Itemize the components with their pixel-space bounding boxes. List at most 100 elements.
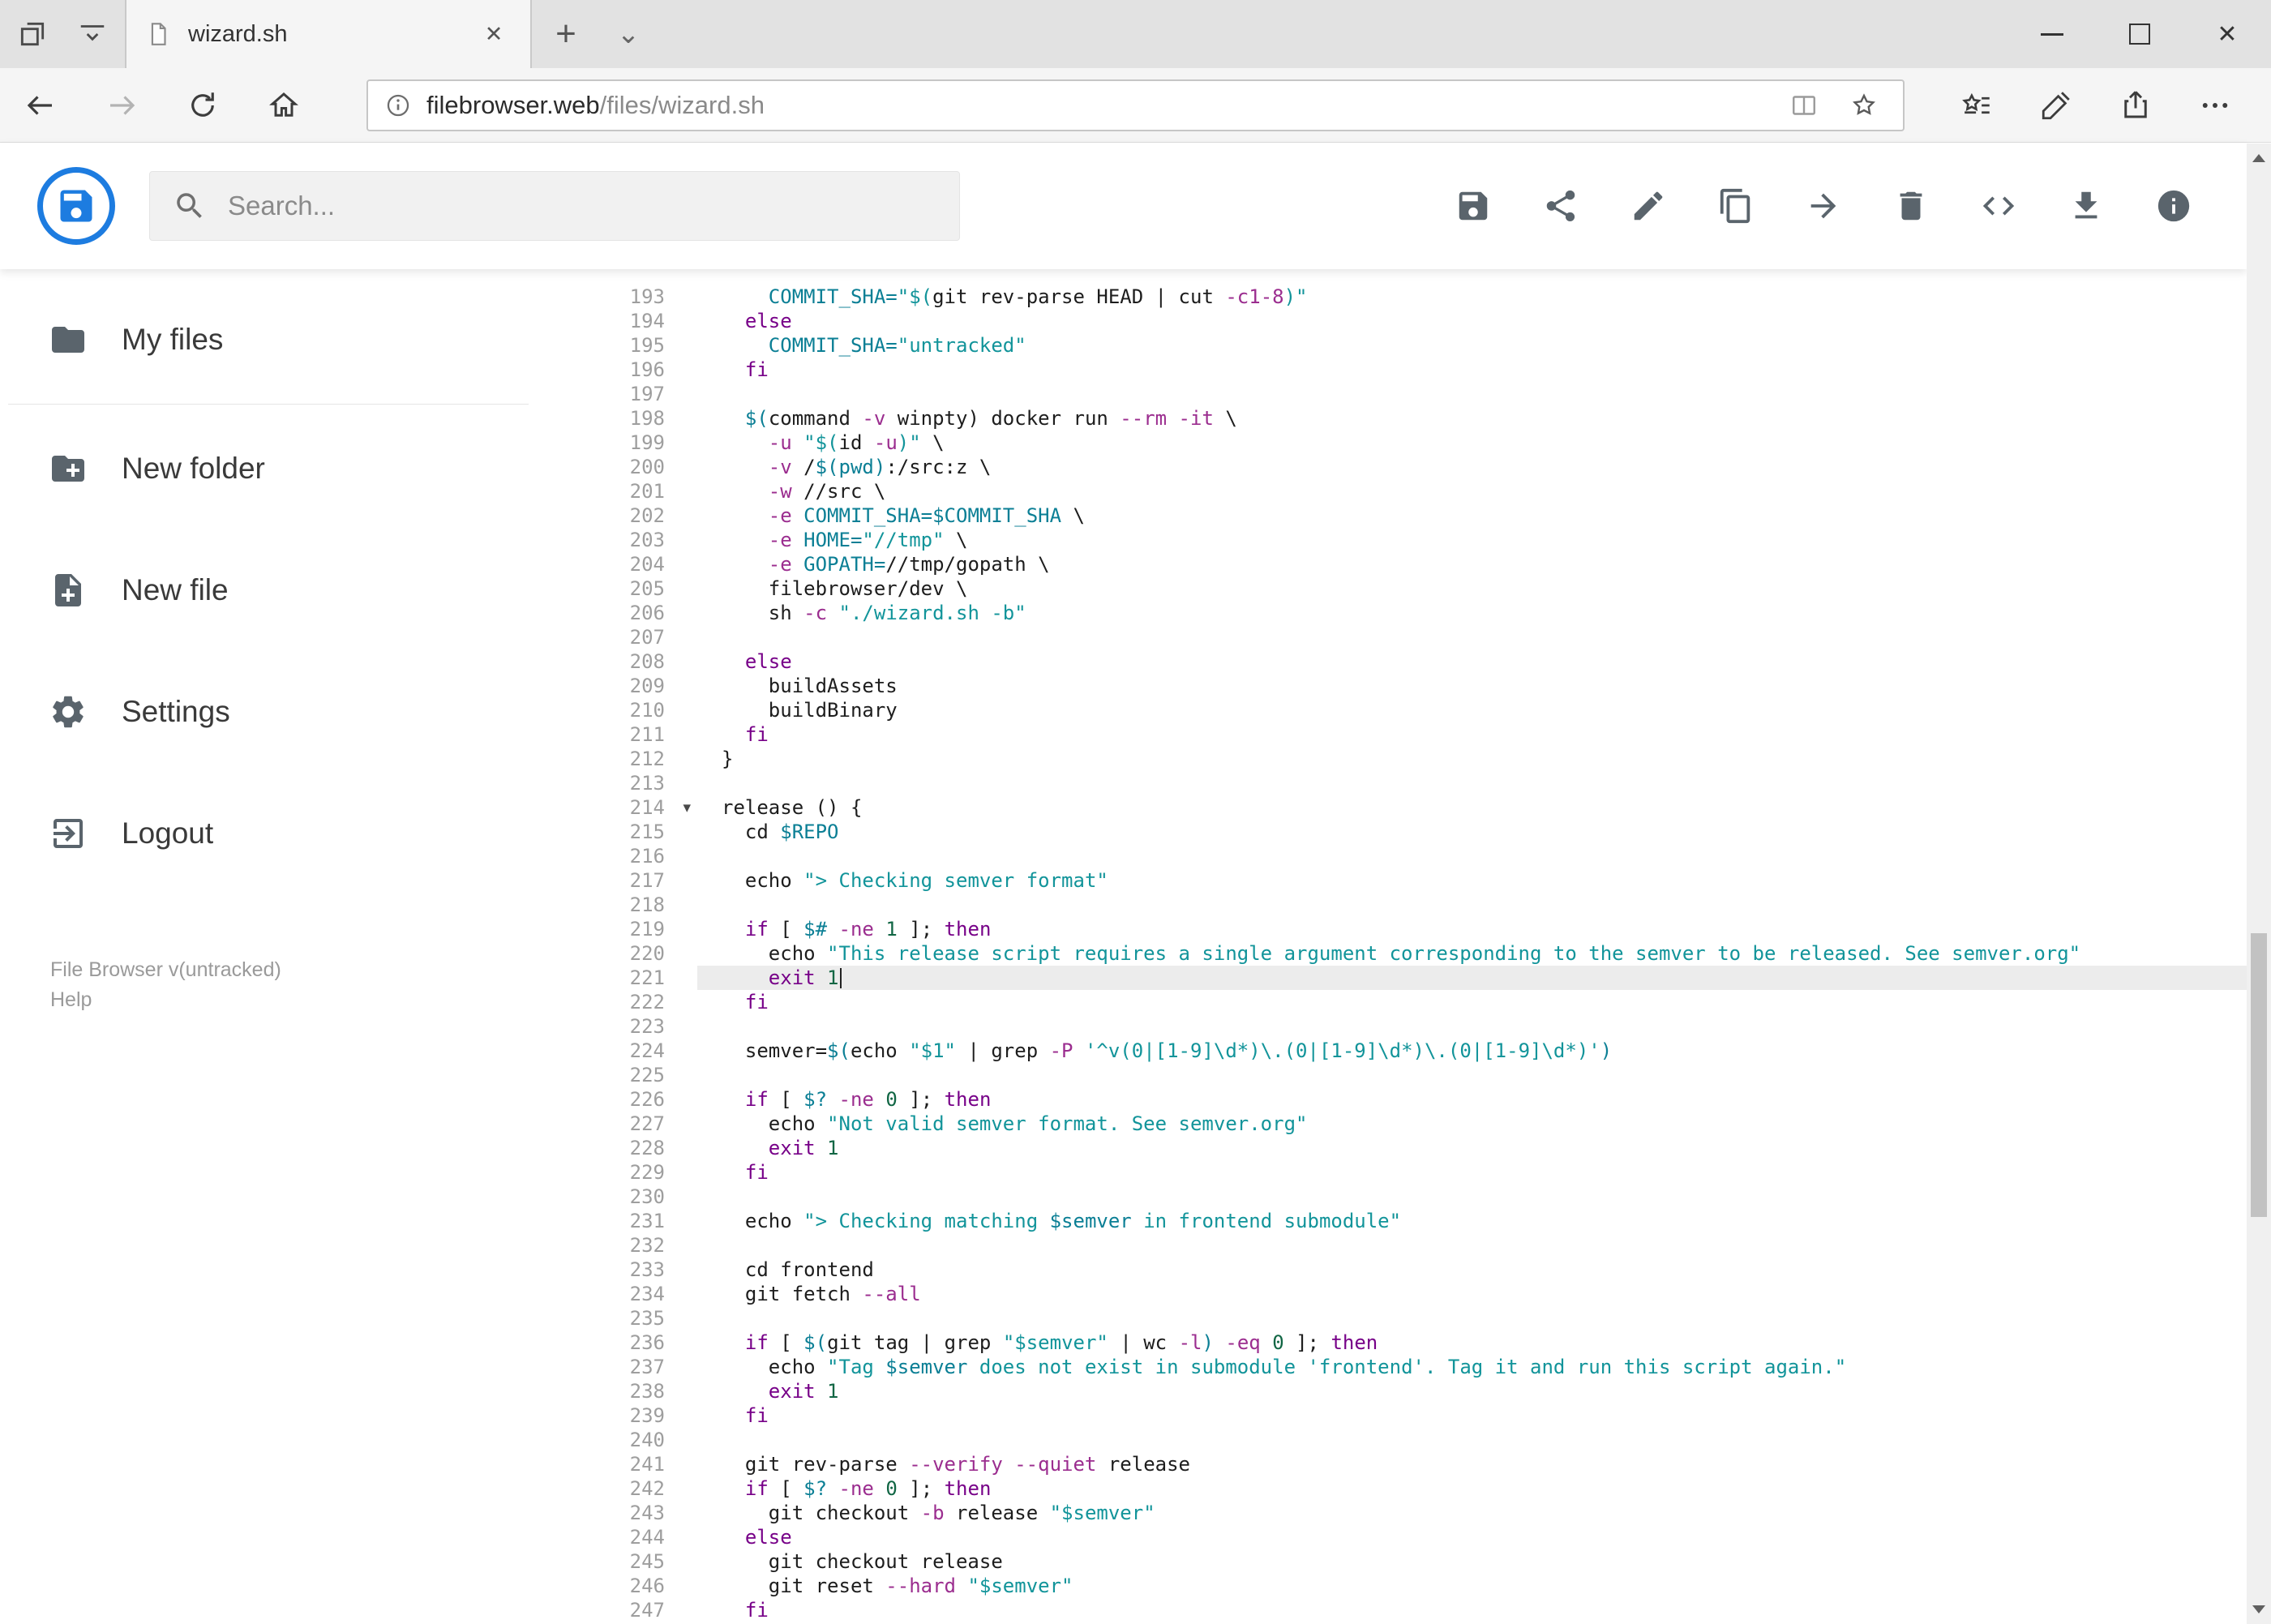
favorite-star-icon[interactable]	[1841, 91, 1887, 120]
code-line[interactable]: 213	[568, 771, 2247, 795]
code-line[interactable]: 201 -w //src \	[568, 479, 2247, 503]
code-line[interactable]: 193 COMMIT_SHA="$(git rev-parse HEAD | c…	[568, 285, 2247, 309]
code-line[interactable]: 226 if [ $? -ne 0 ]; then	[568, 1087, 2247, 1112]
code-line[interactable]: 214 ▾ release () {	[568, 795, 2247, 820]
code-line[interactable]: 220 echo "This release script requires a…	[568, 941, 2247, 966]
more-options-icon[interactable]	[2175, 68, 2255, 143]
code-line[interactable]: 227 echo "Not valid semver format. See s…	[568, 1112, 2247, 1136]
web-notes-pen-icon[interactable]	[2016, 68, 2096, 143]
code-line[interactable]: 209 buildAssets	[568, 674, 2247, 698]
code-line[interactable]: 229 fi	[568, 1160, 2247, 1185]
tab-overflow-chevron-icon[interactable]: ⌄	[600, 0, 657, 68]
sidebar-item-settings[interactable]: Settings	[0, 651, 568, 773]
fold-arrow-icon[interactable]: ▾	[683, 796, 691, 821]
code-line[interactable]: 199 -u "$(id -u)" \	[568, 431, 2247, 455]
code-line[interactable]: 215 cd $REPO	[568, 820, 2247, 844]
back-button[interactable]	[0, 68, 81, 143]
window-close-button[interactable]: ✕	[2183, 0, 2271, 68]
code-line[interactable]: 200 -v /$(pwd):/src:z \	[568, 455, 2247, 479]
code-line[interactable]: 236 if [ $(git tag | grep "$semver" | wc…	[568, 1330, 2247, 1355]
code-line[interactable]: 198 $(command -v winpty) docker run --rm…	[568, 406, 2247, 431]
code-line[interactable]: 222 fi	[568, 990, 2247, 1014]
set-aside-tabs-icon[interactable]	[15, 16, 50, 52]
code-line[interactable]: 217 echo "> Checking semver format"	[568, 868, 2247, 893]
address-bar[interactable]: filebrowser.web/files/wizard.sh	[366, 79, 1905, 131]
app-logo[interactable]	[37, 167, 115, 245]
code-line[interactable]: 218	[568, 893, 2247, 917]
code-line[interactable]: 223	[568, 1014, 2247, 1039]
code-line[interactable]: 234 git fetch --all	[568, 1282, 2247, 1306]
code-line[interactable]: 195 COMMIT_SHA="untracked"	[568, 333, 2247, 358]
new-tab-button[interactable]: +	[532, 0, 600, 68]
copy-button[interactable]	[1692, 162, 1780, 250]
code-line[interactable]: 237 echo "Tag $semver does not exist in …	[568, 1355, 2247, 1379]
save-button[interactable]	[1429, 162, 1517, 250]
code-line[interactable]: 205 filebrowser/dev \	[568, 576, 2247, 601]
code-line[interactable]: 194 else	[568, 309, 2247, 333]
code-line[interactable]: 196 fi	[568, 358, 2247, 382]
search-input[interactable]	[228, 191, 936, 221]
sidebar-item-new-file[interactable]: New file	[0, 529, 568, 651]
code-line[interactable]: 197	[568, 382, 2247, 406]
code-line[interactable]: 245 git checkout release	[568, 1549, 2247, 1574]
code-line[interactable]: 240	[568, 1428, 2247, 1452]
code-line[interactable]: 225	[568, 1063, 2247, 1087]
sidebar-item-my-files[interactable]: My files	[0, 279, 568, 401]
sidebar-item-new-folder[interactable]: New folder	[0, 408, 568, 529]
home-button[interactable]	[243, 68, 324, 143]
code-line[interactable]: 203 -e HOME="//tmp" \	[568, 528, 2247, 552]
edit-button[interactable]	[1605, 162, 1692, 250]
code-line[interactable]: 204 -e GOPATH=//tmp/gopath \	[568, 552, 2247, 576]
code-line[interactable]: 202 -e COMMIT_SHA=$COMMIT_SHA \	[568, 503, 2247, 528]
code-line[interactable]: 239 fi	[568, 1403, 2247, 1428]
code-line[interactable]: 247 fi	[568, 1598, 2247, 1622]
code-line[interactable]: 243 git checkout -b release "$semver"	[568, 1501, 2247, 1525]
code-line[interactable]: 206 sh -c "./wizard.sh -b"	[568, 601, 2247, 625]
code-line[interactable]: 238 exit 1	[568, 1379, 2247, 1403]
share-page-icon[interactable]	[2096, 68, 2175, 143]
code-line[interactable]: 242 if [ $? -ne 0 ]; then	[568, 1476, 2247, 1501]
code-line[interactable]: 246 git reset --hard "$semver"	[568, 1574, 2247, 1598]
code-line[interactable]: 233 cd frontend	[568, 1258, 2247, 1282]
search-box[interactable]	[149, 171, 960, 241]
help-link[interactable]: Help	[50, 985, 281, 1015]
code-line[interactable]: 224 semver=$(echo "$1" | grep -P '^v(0|[…	[568, 1039, 2247, 1063]
site-info-icon[interactable]	[384, 92, 412, 119]
info-button[interactable]	[2130, 162, 2217, 250]
code-line[interactable]: 241 git rev-parse --verify --quiet relea…	[568, 1452, 2247, 1476]
scrollbar-thumb[interactable]	[2251, 933, 2267, 1217]
scrollbar-down-arrow-icon[interactable]	[2247, 1595, 2271, 1624]
code-line[interactable]: 221 exit 1	[568, 966, 2247, 990]
forward-button[interactable]	[81, 68, 162, 143]
window-minimize-button[interactable]	[2008, 0, 2096, 68]
page-scrollbar[interactable]	[2247, 144, 2271, 1624]
code-line[interactable]: 230	[568, 1185, 2247, 1209]
browser-tab[interactable]: wizard.sh ✕	[125, 0, 532, 68]
reading-view-icon[interactable]	[1781, 91, 1827, 120]
code-line[interactable]: 228 exit 1	[568, 1136, 2247, 1160]
raw-code-button[interactable]	[1955, 162, 2042, 250]
code-line[interactable]: 235	[568, 1306, 2247, 1330]
scrollbar-up-arrow-icon[interactable]	[2247, 144, 2271, 173]
move-button[interactable]	[1780, 162, 1867, 250]
code-line[interactable]: 212}	[568, 747, 2247, 771]
download-button[interactable]	[2042, 162, 2130, 250]
code-line[interactable]: 210 buildBinary	[568, 698, 2247, 722]
share-button[interactable]	[1517, 162, 1605, 250]
refresh-button[interactable]	[162, 68, 243, 143]
sidebar-item-logout[interactable]: Logout	[0, 773, 568, 894]
code-line[interactable]: 231 echo "> Checking matching $semver in…	[568, 1209, 2247, 1233]
delete-button[interactable]	[1867, 162, 1955, 250]
window-maximize-button[interactable]	[2096, 0, 2183, 68]
code-line[interactable]: 208 else	[568, 649, 2247, 674]
code-line[interactable]: 244 else	[568, 1525, 2247, 1549]
code-editor[interactable]: 193 COMMIT_SHA="$(git rev-parse HEAD | c…	[568, 269, 2247, 1624]
code-line[interactable]: 207	[568, 625, 2247, 649]
tab-close-icon[interactable]: ✕	[475, 22, 512, 47]
tab-preview-icon[interactable]	[75, 16, 110, 52]
code-line[interactable]: 219 if [ $# -ne 1 ]; then	[568, 917, 2247, 941]
code-line[interactable]: 232	[568, 1233, 2247, 1258]
code-line[interactable]: 211 fi	[568, 722, 2247, 747]
favorites-hub-icon[interactable]	[1937, 68, 2016, 143]
code-line[interactable]: 216	[568, 844, 2247, 868]
